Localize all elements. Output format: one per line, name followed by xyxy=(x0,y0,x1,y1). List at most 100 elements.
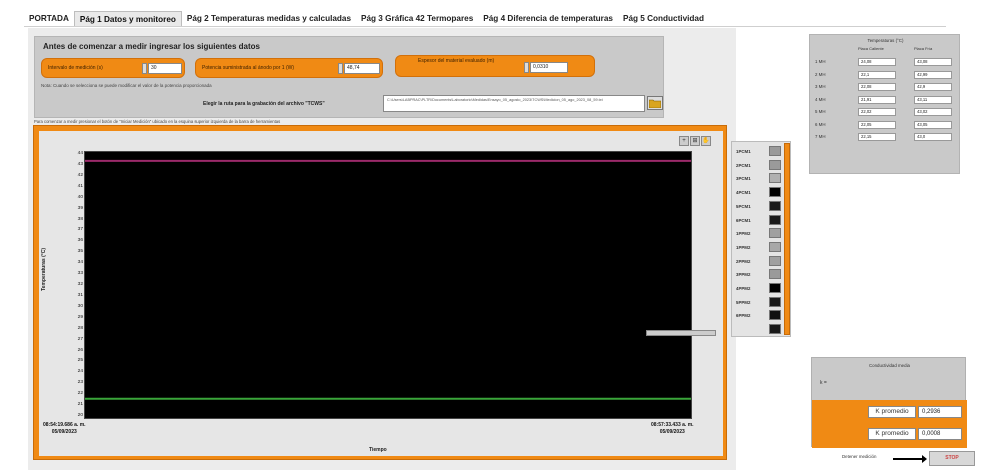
temp-row-label: 5 MH xyxy=(815,109,826,114)
interval-input[interactable]: 30 xyxy=(148,63,182,74)
legend-swatch xyxy=(769,241,781,252)
legend-item[interactable]: 2PCM1 xyxy=(734,159,784,171)
y-tick-label: 30 xyxy=(77,303,83,309)
y-tick-label: 32 xyxy=(77,282,83,287)
thickness-label: Espesor del material evaluado (m) xyxy=(418,58,495,64)
y-tick-label: 37 xyxy=(77,227,83,233)
legend-swatch xyxy=(769,283,781,293)
thickness-input[interactable]: 0,0310 xyxy=(530,62,568,73)
temp-row-label: 2 MH xyxy=(815,71,826,77)
tab-pag1[interactable]: Pág 1 Datos y monitoreo xyxy=(73,11,182,26)
temp-row-label: 7 MH xyxy=(815,134,826,139)
legend-item[interactable]: 4PCM1 xyxy=(734,187,784,198)
legend-item-label: 6PPM2 xyxy=(736,313,751,319)
y-tick-label: 23 xyxy=(77,380,83,386)
temp-row-label: 4 MH xyxy=(815,96,826,102)
tab-portada[interactable]: PORTADA xyxy=(24,11,74,26)
legend-item[interactable]: 1PPM2 xyxy=(734,241,784,253)
x-start-label: 08:54:19.686 a. m. 05/09/2023 xyxy=(43,422,86,436)
y-tick-label: 41 xyxy=(77,183,83,189)
legend-scrollbar[interactable] xyxy=(784,143,790,335)
legend-item[interactable]: 5PPM2 xyxy=(734,296,784,308)
cursor-tool-icon[interactable]: + xyxy=(679,136,689,146)
power-input[interactable]: 48,74 xyxy=(344,63,380,74)
y-tick-label: 38 xyxy=(77,216,83,222)
chart-scrollbar[interactable] xyxy=(646,330,716,336)
x-end-date: 05/09/2023 xyxy=(659,429,685,435)
temperature-table: Temperaturas (°C) Placa Caliente Placa F… xyxy=(809,34,960,174)
pan-tool-icon[interactable]: ✋ xyxy=(701,136,711,146)
y-tick-label: 40 xyxy=(77,194,83,200)
setup-title: Antes de comenzar a medir ingresar los s… xyxy=(43,42,260,51)
y-tick-label: 20 xyxy=(77,413,83,418)
temp-hot-value: 21,91 xyxy=(858,95,896,104)
temperature-plot[interactable] xyxy=(84,151,692,419)
y-tick-label: 25 xyxy=(77,358,83,364)
zoom-tool-icon[interactable]: ⊞ xyxy=(690,136,700,146)
legend-swatch xyxy=(769,173,781,184)
chart-frame: + ⊞ ✋ Temperaturas (°C) 44 43 42 41 40 39 38 37… xyxy=(33,125,727,460)
temp-hot-value: 22,05 xyxy=(858,120,896,129)
stop-button[interactable]: STOP xyxy=(929,451,975,466)
legend-swatch xyxy=(769,187,781,198)
power-spinner[interactable] xyxy=(338,63,343,74)
legend-item[interactable]: 5PCM1 xyxy=(734,200,784,212)
y-tick-label: 42 xyxy=(77,172,83,178)
col-cold-plate: Placa Fría xyxy=(914,46,933,51)
tab-pag5[interactable]: Pág 5 Conductividad xyxy=(618,11,709,26)
temp-cold-value: 42,99 xyxy=(914,70,952,79)
legend-item[interactable]: 3PCM1 xyxy=(734,173,784,184)
x-start-time: 08:54:19.686 a. m. xyxy=(43,422,86,428)
power-field: Potencia suministrada al ánodo por 1 (W)… xyxy=(195,58,383,78)
legend-item[interactable]: 6PCM1 xyxy=(734,214,784,226)
setup-panel: Antes de comenzar a medir ingresar los s… xyxy=(34,36,664,118)
folder-icon xyxy=(649,99,661,108)
tab-pag4[interactable]: Pág 4 Diferencia de temperaturas xyxy=(478,11,618,26)
legend-swatch xyxy=(769,200,781,211)
tab-divider xyxy=(24,26,946,27)
legend-item[interactable] xyxy=(734,324,784,335)
legend-item[interactable]: 3PPM2 xyxy=(734,269,784,280)
k-average-value-2: 0,0008 xyxy=(918,428,962,440)
y-tick-label: 31 xyxy=(77,292,83,298)
y-tick-label: 22 xyxy=(77,391,83,397)
tab-pag2[interactable]: Pág 2 Temperaturas medidas y calculadas xyxy=(182,11,356,26)
legend-item-label: 3PPM2 xyxy=(736,272,751,278)
thickness-spinner[interactable] xyxy=(524,62,529,73)
y-tick-label: 35 xyxy=(77,249,83,255)
temp-cold-value: 43,11 xyxy=(914,95,952,104)
chart-area: + ⊞ ✋ Temperaturas (°C) 44 43 42 41 40 39 38 37… xyxy=(39,131,723,456)
legend-item[interactable]: 1PPM2 xyxy=(734,228,784,239)
graph-tools: + ⊞ ✋ xyxy=(679,136,711,146)
tab-pag3[interactable]: Pág 3 Gráfica 42 Termopares xyxy=(356,11,478,26)
plot-legend: 1PCM1 2PCM1 3PCM1 4PCM1 5PCM1 6PCM1 1PPM2 1PPM2… xyxy=(731,141,791,337)
y-tick-label: 39 xyxy=(77,205,83,211)
interval-spinner[interactable] xyxy=(142,63,147,74)
legend-item-label: 1PPM2 xyxy=(736,231,751,237)
legend-swatch xyxy=(769,255,781,266)
arrow-right-icon xyxy=(893,455,927,463)
average-box: K promedio 0,2936 K promedio 0,0008 xyxy=(812,400,967,448)
interval-field: Intervalo de medición (s) 30 xyxy=(41,58,185,78)
legend-item[interactable]: 1PCM1 xyxy=(734,146,784,157)
legend-swatch xyxy=(769,324,781,335)
browse-folder-button[interactable] xyxy=(647,96,663,110)
col-hot-plate: Placa Caliente xyxy=(858,46,884,51)
legend-item[interactable]: 4PPM2 xyxy=(734,283,784,294)
interval-label: Intervalo de medición (s) xyxy=(48,65,103,71)
x-axis-label: Tiempo xyxy=(369,447,387,453)
power-label: Potencia suministrada al ánodo por 1 (W) xyxy=(202,65,294,71)
legend-item-label: 5PCM1 xyxy=(736,203,751,209)
temp-cold-value: 43,02 xyxy=(914,108,952,116)
legend-item-label: 3PCM1 xyxy=(736,176,751,182)
y-tick-label: 29 xyxy=(77,314,83,320)
x-end-time: 08:57:33.433 a. m. xyxy=(651,422,694,428)
path-input[interactable]: C:\Users\LABPRAC\PLTR\Documents\Laborato… xyxy=(383,95,645,112)
temp-cold-value: 43,08 xyxy=(914,58,952,66)
legend-item[interactable]: 2PPM2 xyxy=(734,255,784,267)
legend-item[interactable]: 6PPM2 xyxy=(734,310,784,321)
legend-item-label: 5PPM2 xyxy=(736,299,751,305)
legend-swatch xyxy=(769,269,781,280)
temp-hot-value: 22,15 xyxy=(858,133,896,141)
k-average-label-1: K promedio xyxy=(868,406,916,418)
